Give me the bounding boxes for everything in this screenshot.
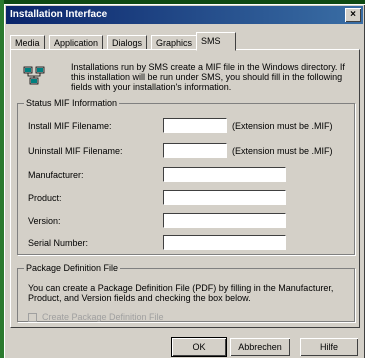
manufacturer-input[interactable] — [163, 167, 286, 182]
close-icon: × — [350, 9, 356, 20]
uninstall-mif-input[interactable] — [163, 143, 227, 158]
status-mif-title: Status MIF Information — [24, 98, 120, 108]
cancel-button[interactable]: Abbrechen — [230, 338, 290, 356]
serial-number-input[interactable] — [163, 235, 286, 250]
help-button[interactable]: Hilfe — [300, 338, 358, 356]
installation-dialog: Installation Interface × Media Applicati… — [4, 4, 365, 358]
product-label: Product: — [28, 193, 62, 203]
product-input[interactable] — [163, 190, 286, 205]
tab-sms[interactable]: SMS — [196, 32, 236, 51]
sms-intro-text: Installations run by SMS create a MIF fi… — [71, 62, 345, 92]
network-computers-icon — [23, 66, 45, 85]
tab-dialogs[interactable]: Dialogs — [107, 35, 148, 50]
tab-graphics[interactable]: Graphics — [151, 35, 198, 50]
manufacturer-label: Manufacturer: — [28, 170, 84, 180]
tab-media[interactable]: Media — [10, 35, 45, 50]
uninstall-mif-label: Uninstall MIF Filename: — [28, 146, 123, 156]
create-pdf-label: Create Package Definition File — [42, 312, 164, 322]
ok-button[interactable]: OK — [172, 338, 226, 356]
install-mif-label: Install MIF Filename: — [28, 121, 112, 131]
title-bar[interactable]: Installation Interface × — [6, 6, 363, 24]
version-label: Version: — [28, 216, 61, 226]
version-input[interactable] — [163, 213, 286, 228]
create-pdf-checkbox[interactable] — [28, 313, 37, 322]
install-mif-input[interactable] — [163, 118, 227, 133]
package-definition-text: You can create a Package Definition File… — [28, 283, 334, 303]
sms-tab-panel: Installations run by SMS create a MIF fi… — [10, 49, 360, 328]
window-title: Installation Interface — [10, 9, 108, 20]
close-button[interactable]: × — [345, 8, 361, 22]
install-mif-note: (Extension must be .MIF) — [232, 121, 333, 131]
serial-number-label: Serial Number: — [28, 238, 89, 248]
package-definition-group: Package Definition File You can create a… — [17, 263, 355, 322]
uninstall-mif-note: (Extension must be .MIF) — [232, 146, 333, 156]
package-definition-title: Package Definition File — [24, 263, 121, 273]
status-mif-group: Status MIF Information Install MIF Filen… — [17, 98, 355, 255]
tab-application[interactable]: Application — [49, 35, 104, 50]
